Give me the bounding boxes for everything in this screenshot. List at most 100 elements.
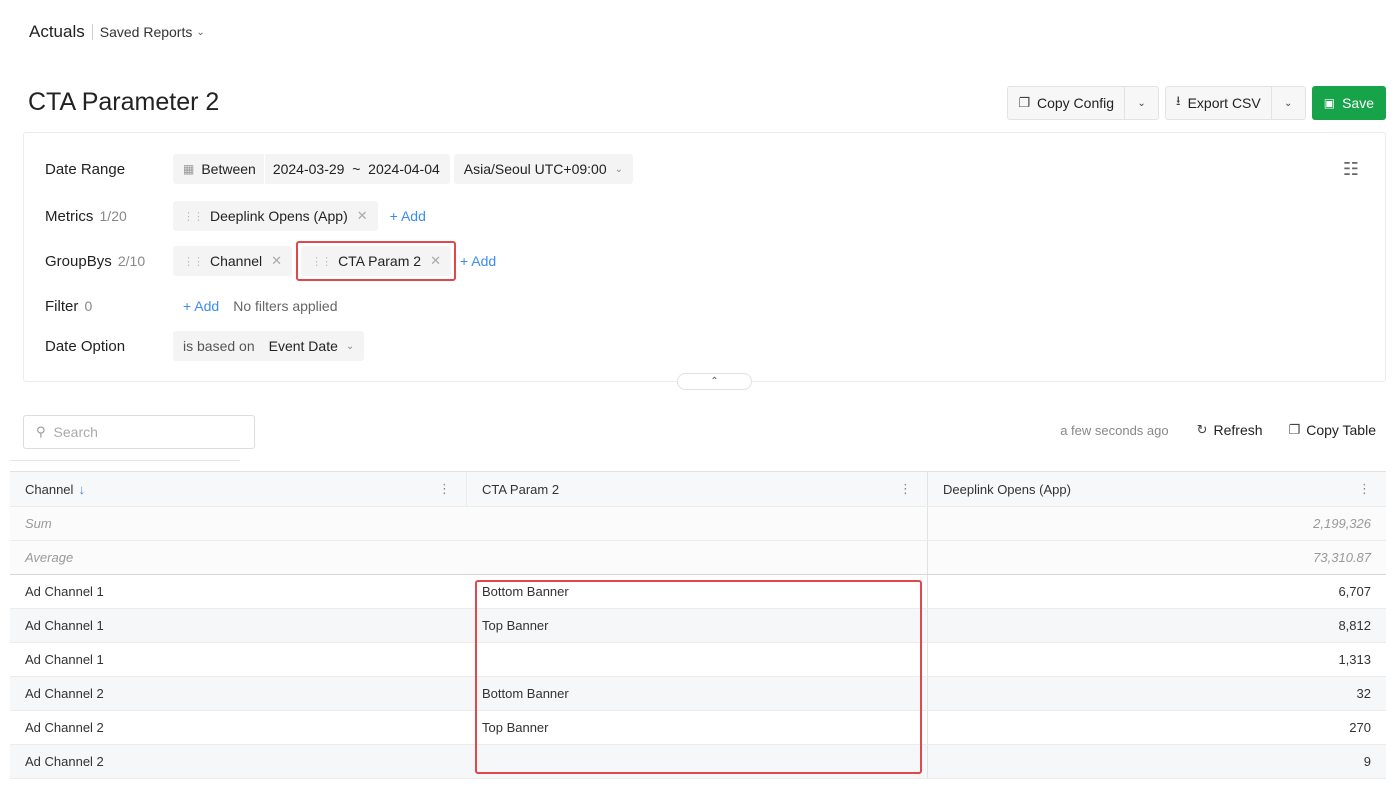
add-metric-button[interactable]: + Add: [390, 208, 426, 224]
groupbys-count: 2/10: [117, 252, 146, 269]
column-header-cta-param-2[interactable]: CTA Param 2 ⋮: [467, 472, 927, 506]
table-row[interactable]: Ad Channel 2 Bottom Banner 32: [10, 677, 1386, 711]
table-header: Channel ↓ ⋮ CTA Param 2 ⋮ Deeplink Opens …: [10, 471, 1386, 507]
column-header-label: Channel ↓: [25, 482, 85, 497]
chip-divider: [263, 154, 265, 184]
table-row[interactable]: Ad Channel 2 9: [10, 745, 1386, 779]
value-cell: 8,812: [927, 609, 1386, 642]
search-icon: ⚲: [36, 424, 46, 439]
copy-config-button[interactable]: ❐ Copy Config: [1008, 87, 1124, 119]
saved-reports-dropdown[interactable]: Saved Reports ⌄: [100, 24, 205, 40]
groupbys-label-text: GroupBys: [45, 252, 112, 270]
refresh-label: Refresh: [1213, 422, 1263, 438]
close-icon[interactable]: ✕: [430, 253, 441, 269]
drag-handle-icon[interactable]: ⋮⋮: [183, 255, 204, 268]
save-label: Save: [1342, 95, 1374, 111]
metrics-row: Metrics 1/20 ⋮⋮ Deeplink Opens (App) ✕ +…: [45, 201, 426, 231]
export-csv-button[interactable]: ⭳ Export CSV: [1166, 87, 1271, 119]
report-config-panel: ☷ Date Range ▦ Between 2024-03-29 ~ 2024…: [23, 132, 1386, 382]
value-cell: 1,313: [927, 643, 1386, 676]
divider: [10, 460, 240, 461]
download-icon: ⭳: [1176, 93, 1181, 108]
date-option-select[interactable]: is based on Event Date ⌄: [173, 331, 365, 361]
chevron-down-icon: ⌄: [1137, 97, 1146, 109]
last-updated-text: a few seconds ago: [1060, 422, 1169, 438]
column-header-deeplink-opens[interactable]: Deeplink Opens (App) ⋮: [927, 472, 1386, 506]
column-menu-icon[interactable]: ⋮: [438, 481, 451, 497]
close-icon[interactable]: ✕: [357, 208, 368, 224]
cta-param-cell: Top Banner: [482, 618, 549, 633]
table-row[interactable]: Ad Channel 1 1,313: [10, 643, 1386, 677]
close-icon[interactable]: ✕: [271, 253, 282, 269]
column-menu-icon[interactable]: ⋮: [899, 481, 912, 497]
column-header-text: Channel: [25, 481, 74, 497]
groupbys-row: GroupBys 2/10 ⋮⋮ Channel ✕ ⋮⋮ CTA Param …: [45, 241, 496, 281]
sort-down-icon[interactable]: ↓: [78, 482, 85, 497]
summary-label: Sum: [25, 516, 52, 531]
metric-chip[interactable]: ⋮⋮ Deeplink Opens (App) ✕: [173, 201, 378, 231]
copy-icon: ❐: [1018, 95, 1030, 110]
table-row[interactable]: Ad Channel 2 Top Banner 270: [10, 711, 1386, 745]
cta-param-cell: [467, 643, 927, 676]
channel-cell: Ad Channel 1: [25, 618, 104, 633]
metrics-label: Metrics 1/20: [45, 208, 173, 225]
cta-param-cell: [467, 745, 927, 778]
summary-row-average: Average 73,310.87: [10, 541, 1386, 575]
page-title: CTA Parameter 2: [28, 88, 220, 116]
metrics-label-text: Metrics: [45, 207, 94, 225]
filter-row: Filter 0 + Add No filters applied: [45, 291, 337, 321]
table-toolbar: a few seconds ago ↻ Refresh ❐ Copy Table: [1060, 422, 1376, 438]
copy-config-label: Copy Config: [1036, 95, 1115, 111]
groupby-chip-label: Channel: [210, 253, 263, 269]
summary-empty-cell: [467, 507, 927, 540]
save-button[interactable]: ▣ Save: [1311, 86, 1386, 120]
collapse-config-button[interactable]: ⌃: [677, 373, 752, 390]
column-header-text: Deeplink Opens (App): [943, 481, 1071, 497]
groupby-chip-label: CTA Param 2: [338, 253, 422, 269]
calendar-icon: ▦: [183, 162, 195, 176]
column-header-channel[interactable]: Channel ↓ ⋮: [10, 472, 467, 506]
refresh-icon: ↻: [1196, 422, 1208, 437]
copy-table-button[interactable]: ❐ Copy Table: [1289, 422, 1376, 438]
copy-config-dropdown-button[interactable]: ⌄: [1124, 87, 1158, 119]
date-range-mode: Between: [201, 161, 256, 177]
summary-label: Average: [25, 550, 74, 565]
groupby-chip-cta-param-2[interactable]: ⋮⋮ CTA Param 2 ✕: [301, 246, 451, 276]
sliders-icon[interactable]: ☷: [1343, 159, 1359, 180]
metric-chip-label: Deeplink Opens (App): [210, 208, 348, 224]
drag-handle-icon[interactable]: ⋮⋮: [183, 210, 204, 223]
timezone-select[interactable]: Asia/Seoul UTC+09:00 ⌄: [453, 154, 633, 184]
export-csv-split-button: ⭳ Export CSV ⌄: [1165, 86, 1306, 120]
column-menu-icon[interactable]: ⋮: [1358, 481, 1371, 497]
channel-cell: Ad Channel 2: [25, 754, 104, 769]
drag-handle-icon[interactable]: ⋮⋮: [311, 255, 332, 268]
table-row[interactable]: Ad Channel 1 Bottom Banner 6,707: [10, 575, 1386, 609]
value-cell: 270: [927, 711, 1386, 744]
refresh-button[interactable]: ↻ Refresh: [1197, 422, 1263, 438]
groupbys-label: GroupBys 2/10: [45, 253, 173, 270]
channel-cell: Ad Channel 1: [25, 652, 104, 667]
chevron-down-icon: ⌄: [1284, 97, 1293, 109]
summary-value: 2,199,326: [927, 507, 1386, 540]
date-range-picker[interactable]: ▦ Between 2024-03-29 ~ 2024-04-04: [173, 154, 450, 184]
cta-param-cell: Bottom Banner: [482, 584, 569, 599]
value-cell: 6,707: [927, 575, 1386, 608]
no-filters-text: No filters applied: [233, 298, 338, 314]
add-filter-button[interactable]: + Add: [183, 298, 219, 314]
chevron-down-icon: ⌄: [614, 163, 623, 175]
data-table: Channel ↓ ⋮ CTA Param 2 ⋮ Deeplink Opens …: [10, 471, 1386, 779]
add-groupby-button[interactable]: + Add: [460, 253, 496, 269]
column-header-text: CTA Param 2: [482, 481, 560, 497]
value-cell: 9: [927, 745, 1386, 778]
filter-label: Filter 0: [45, 298, 173, 315]
metrics-count: 1/20: [99, 207, 127, 224]
table-row[interactable]: Ad Channel 1 Top Banner 8,812: [10, 609, 1386, 643]
export-csv-dropdown-button[interactable]: ⌄: [1270, 87, 1305, 119]
search-input[interactable]: [53, 424, 234, 440]
groupby-chip-channel[interactable]: ⋮⋮ Channel ✕: [173, 246, 293, 276]
summary-value: 73,310.87: [927, 541, 1386, 574]
channel-cell: Ad Channel 2: [25, 686, 104, 701]
date-range-row: Date Range ▦ Between 2024-03-29 ~ 2024-0…: [45, 154, 637, 184]
channel-cell: Ad Channel 2: [25, 720, 104, 735]
highlight-box: ⋮⋮ CTA Param 2 ✕: [296, 241, 456, 281]
